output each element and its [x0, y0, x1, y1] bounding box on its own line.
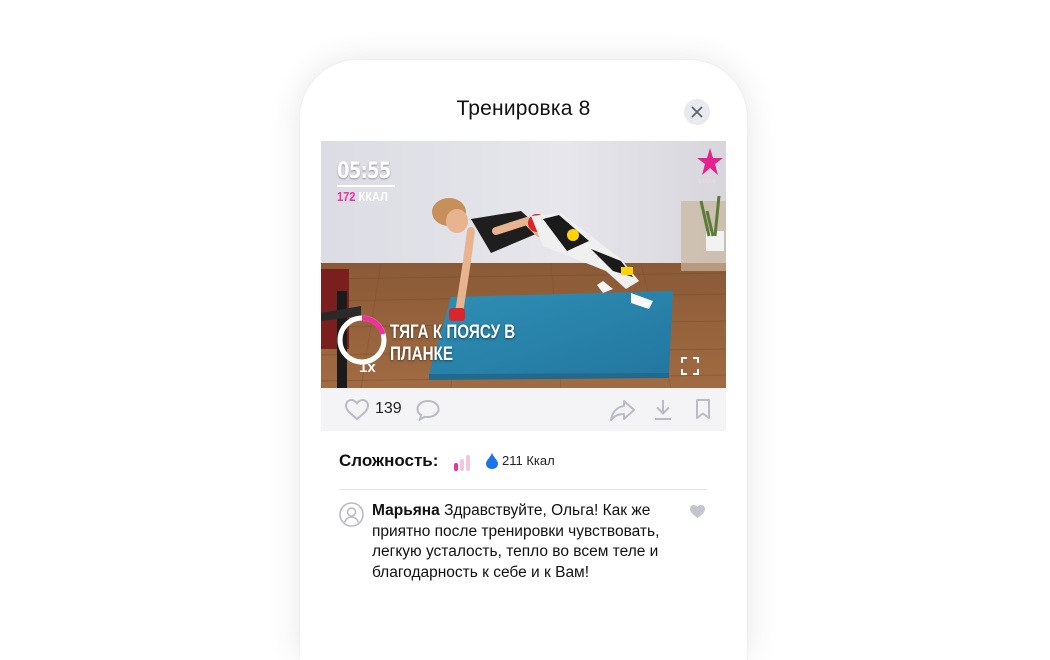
- workout-details: Сложность: 211 Ккал: [321, 431, 726, 493]
- comment-body: Марьяна Здравствуйте, Ольга! Как же прия…: [372, 501, 672, 583]
- difficulty-bar-1: [454, 463, 458, 471]
- download-icon[interactable]: [652, 398, 674, 421]
- calories-drop-icon: [486, 452, 498, 469]
- bookmark-icon[interactable]: [694, 398, 712, 420]
- video-kcal-unit: ККАЛ: [358, 189, 388, 204]
- comment-like-icon[interactable]: [689, 504, 706, 519]
- workout-modal: Тренировка 8 05:55 172 ККАЛ STARS 1x ТЯГ…: [321, 80, 726, 600]
- modal-title: Тренировка 8: [456, 97, 591, 120]
- like-icon[interactable]: [344, 398, 370, 421]
- calories-value: 211 Ккал: [502, 453, 555, 468]
- action-bar: 139: [321, 388, 726, 431]
- brand-star-logo: [697, 148, 723, 175]
- comment-icon[interactable]: [415, 398, 441, 422]
- video-timer: 05:55: [337, 159, 391, 184]
- brand-logo-text: STARS: [698, 179, 716, 185]
- difficulty-bar-3: [466, 455, 470, 471]
- comment-item: Марьяна Здравствуйте, Ольга! Как же прия…: [321, 490, 726, 600]
- close-icon: [691, 106, 703, 118]
- fullscreen-icon[interactable]: [679, 355, 701, 377]
- exercise-name: ТЯГА К ПОЯСУ В ПЛАНКЕ: [390, 322, 516, 365]
- share-icon[interactable]: [609, 399, 636, 421]
- playback-speed-button[interactable]: 1x: [359, 359, 376, 376]
- close-button[interactable]: [684, 99, 710, 125]
- difficulty-label: Сложность:: [339, 451, 439, 470]
- comment-author[interactable]: Марьяна: [372, 502, 440, 519]
- modal-header: Тренировка 8: [321, 80, 726, 141]
- difficulty-bar-2: [460, 459, 464, 471]
- video-kcal-counter: 172 ККАЛ: [337, 189, 388, 204]
- timer-underline: [337, 185, 395, 187]
- video-kcal-value: 172: [337, 189, 356, 204]
- user-avatar-icon[interactable]: [339, 502, 364, 527]
- likes-count: 139: [375, 400, 402, 417]
- video-player[interactable]: 05:55 172 ККАЛ STARS 1x ТЯГА К ПОЯСУ В П…: [321, 141, 726, 388]
